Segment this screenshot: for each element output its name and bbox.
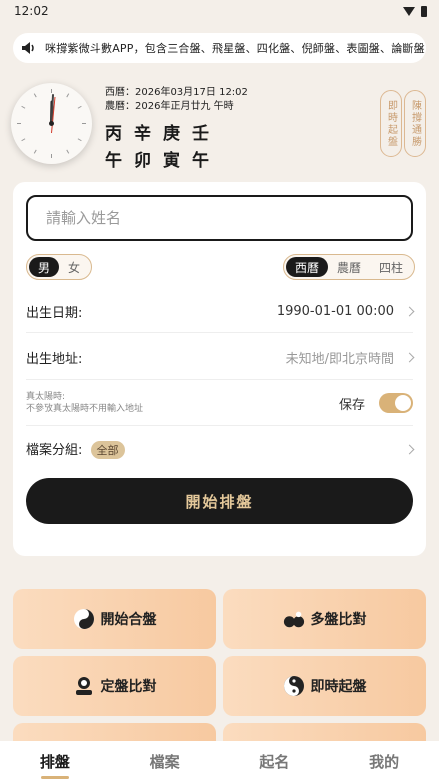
file-group-label: 檔案分組: xyxy=(26,443,83,458)
heavenly-stems-row: 丙 辛 庚 壬 xyxy=(105,119,248,144)
wifi-icon xyxy=(403,6,415,16)
almanac-button[interactable]: 陳撐通勝 xyxy=(404,90,426,157)
branch-month: 卯 xyxy=(134,151,152,171)
stem-hour: 壬 xyxy=(192,124,210,144)
feature-fixed-compare[interactable]: 定盤比對 xyxy=(13,656,216,716)
save-toggle[interactable] xyxy=(379,393,413,413)
lunar-date: 農曆：2026年正月廿九 午時 xyxy=(105,101,234,112)
status-icons xyxy=(403,5,427,17)
yinyang-icon xyxy=(283,675,305,697)
earthly-branches-row: 午 卯 寅 午 xyxy=(105,146,248,171)
start-chart-button[interactable]: 開始排盤 xyxy=(26,478,413,524)
feature-label: 開始合盤 xyxy=(100,612,157,628)
birth-place-row[interactable]: 出生地址: 未知地/即北京時間 xyxy=(26,346,415,368)
feature-label: 即時起盤 xyxy=(310,679,367,695)
group-badge: 全部 xyxy=(90,441,125,459)
birth-date-value: 1990-01-01 00:00 xyxy=(276,303,394,319)
solar-date: 西曆：2026年03月17日 12:02 xyxy=(105,87,248,98)
tab-files[interactable]: 檔案 xyxy=(135,751,195,772)
gender-toggle: 男 女 xyxy=(26,254,93,280)
status-time: 12:02 xyxy=(14,4,49,18)
instant-chart-button[interactable]: 即時起盤 xyxy=(380,90,402,157)
person-icon xyxy=(73,675,95,697)
speaker-icon xyxy=(21,41,39,55)
gender-male-option[interactable]: 男 xyxy=(29,257,60,277)
announcement-marquee[interactable]: 咪撐紫微斗數APP，包含三合盤、飛星盤、四化盤、倪師盤、表圖盤、論斷盤 xyxy=(13,33,426,63)
feature-instant-chart[interactable]: 即時起盤 xyxy=(223,656,426,716)
name-input[interactable] xyxy=(26,195,413,241)
feature-tile-partial[interactable] xyxy=(13,723,216,741)
true-solar-note: 不參攷真太陽時不用輸入地址 xyxy=(26,404,144,414)
branch-year: 午 xyxy=(105,151,123,171)
tab-mine[interactable]: 我的 xyxy=(354,751,414,772)
feature-multi-compare[interactable]: 多盤比對 xyxy=(223,589,426,649)
calendar-lunar-option[interactable]: 農曆 xyxy=(328,257,370,277)
birth-date-row[interactable]: 出生日期: 1990-01-01 00:00 xyxy=(26,300,415,322)
calendar-type-toggle: 西曆 農曆 四柱 xyxy=(283,254,416,280)
save-label: 保存 xyxy=(338,397,365,413)
chevron-right-icon xyxy=(404,352,415,362)
file-group-row[interactable]: 檔案分組: 全部 xyxy=(26,438,415,460)
tab-chart[interactable]: 排盤 xyxy=(25,751,85,779)
battery-icon xyxy=(421,5,427,17)
feature-label: 多盤比對 xyxy=(310,612,367,628)
duo-icon xyxy=(283,608,305,630)
feature-tile-partial[interactable] xyxy=(223,723,426,741)
chevron-right-icon xyxy=(404,306,415,316)
clock-face xyxy=(17,89,86,158)
gender-female-option[interactable]: 女 xyxy=(59,257,89,277)
feature-label: 定盤比對 xyxy=(100,679,157,695)
marquee-text: 咪撐紫微斗數APP，包含三合盤、飛星盤、四化盤、倪師盤、表圖盤、論斷盤 xyxy=(45,42,425,55)
divider xyxy=(26,379,413,380)
true-solar-time-row: 真太陽時: 不參攷真太陽時不用輸入地址 保存 xyxy=(26,388,413,418)
calendar-solar-option[interactable]: 西曆 xyxy=(286,257,329,277)
birth-date-label: 出生日期: xyxy=(26,305,83,321)
stem-month: 辛 xyxy=(134,124,152,144)
chevron-right-icon xyxy=(404,444,415,454)
birth-place-value: 未知地/即北京時間 xyxy=(285,351,394,367)
chart-form-card: 男 女 西曆 農曆 四柱 出生日期: 1990-01-01 00:00 出生地址… xyxy=(13,182,426,556)
birth-place-label: 出生地址: xyxy=(26,351,83,367)
divider xyxy=(26,425,413,426)
stem-year: 丙 xyxy=(105,124,123,144)
bottom-tab-bar: 排盤 檔案 起名 我的 xyxy=(0,741,439,782)
analog-clock xyxy=(11,83,92,164)
status-bar: 12:02 xyxy=(0,0,439,22)
branch-hour: 午 xyxy=(192,151,210,171)
branch-day: 寅 xyxy=(163,151,181,171)
tab-naming[interactable]: 起名 xyxy=(244,751,304,772)
taiji-icon xyxy=(73,608,95,630)
stem-day: 庚 xyxy=(163,124,181,144)
true-solar-label: 真太陽時: xyxy=(26,392,66,402)
date-info: 西曆：2026年03月17日 12:02 農曆：2026年正月廿九 午時 丙 辛… xyxy=(105,86,248,171)
divider xyxy=(26,332,413,333)
feature-combined-chart[interactable]: 開始合盤 xyxy=(13,589,216,649)
calendar-pillars-option[interactable]: 四柱 xyxy=(370,257,412,277)
